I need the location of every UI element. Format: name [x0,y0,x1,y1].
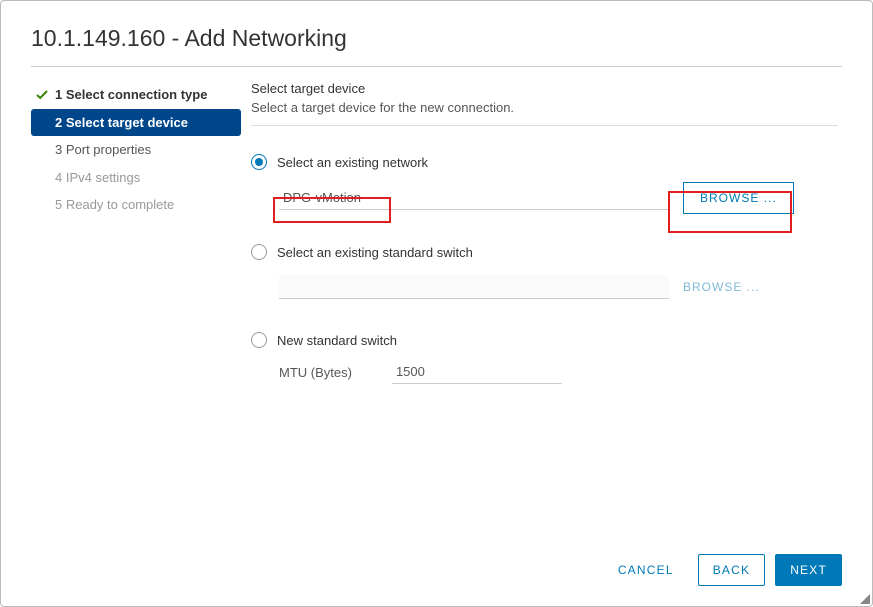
cancel-button[interactable]: CANCEL [604,555,688,585]
content-heading: Select target device [251,81,838,96]
mtu-label: MTU (Bytes) [279,365,352,380]
step-label: 1 Select connection type [55,85,207,105]
step-label: 4 IPv4 settings [55,168,140,188]
step-connection-type[interactable]: 1 Select connection type [31,81,241,109]
dialog-title: 10.1.149.160 - Add Networking [31,25,842,67]
step-port-properties[interactable]: 3 Port properties [31,136,241,164]
radio-label[interactable]: New standard switch [277,333,397,348]
option-existing-network[interactable]: Select an existing network [251,154,838,170]
next-button[interactable]: NEXT [775,554,842,586]
step-label: 2 Select target device [55,113,188,133]
radio-new-switch[interactable] [251,332,267,348]
step-ready-to-complete: 5 Ready to complete [31,191,241,219]
existing-network-input[interactable] [279,186,669,210]
content-subheading: Select a target device for the new conne… [251,100,838,115]
step-label: 5 Ready to complete [55,195,174,215]
divider [251,125,838,126]
existing-switch-input [279,275,669,299]
content-panel: Select target device Select a target dev… [251,81,842,544]
radio-existing-network[interactable] [251,154,267,170]
option-existing-switch[interactable]: Select an existing standard switch [251,244,838,260]
back-button[interactable]: BACK [698,554,765,586]
wizard-steps: 1 Select connection type 2 Select target… [31,81,241,544]
step-label: 3 Port properties [55,140,151,160]
step-target-device[interactable]: 2 Select target device [31,109,241,137]
radio-label[interactable]: Select an existing network [277,155,428,170]
option-new-switch[interactable]: New standard switch [251,332,838,348]
browse-network-button[interactable]: BROWSE ... [683,182,794,214]
radio-label[interactable]: Select an existing standard switch [277,245,473,260]
dialog-footer: CANCEL BACK NEXT [31,544,842,586]
radio-existing-switch[interactable] [251,244,267,260]
step-ipv4-settings: 4 IPv4 settings [31,164,241,192]
add-networking-dialog: 10.1.149.160 - Add Networking 1 Select c… [1,1,872,606]
resize-handle-icon[interactable] [860,594,870,604]
browse-switch-button: BROWSE ... [683,272,760,302]
mtu-input[interactable] [392,360,562,384]
checkmark-icon [35,89,49,101]
